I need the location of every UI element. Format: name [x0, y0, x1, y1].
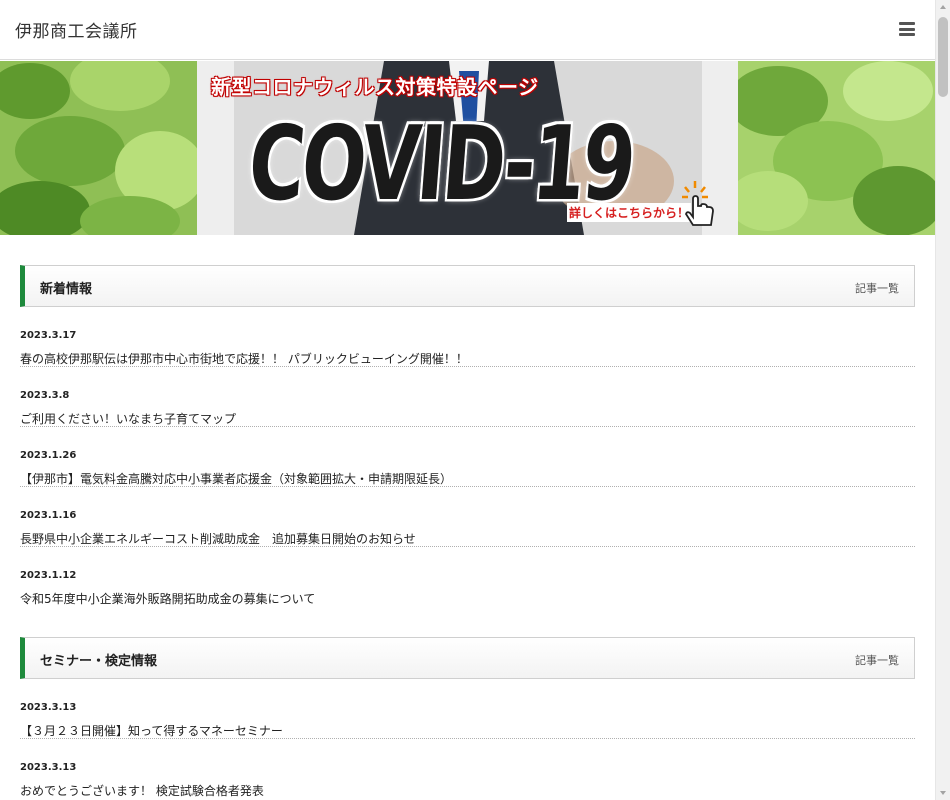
list-item: 2023.1.16 長野県中小企業エネルギーコスト削減助成金 追加募集日開始のお…	[20, 487, 915, 547]
news-link[interactable]: 令和5年度中小企業海外販路開拓助成金の募集について	[20, 590, 315, 607]
news-date: 2023.3.13	[20, 762, 77, 773]
list-item: 2023.3.8 ご利用ください！いなまち子育てマップ	[20, 367, 915, 427]
seminar-list: 2023.3.13 【３月２３日開催】知って得するマネーセミナー 2023.3.…	[20, 679, 915, 799]
hamburger-icon[interactable]	[899, 22, 915, 36]
section-seminars: セミナー・検定情報 記事一覧 2023.3.13 【３月２３日開催】知って得する…	[20, 637, 915, 799]
news-link[interactable]: 【３月２３日開催】知って得するマネーセミナー	[20, 722, 283, 739]
pointing-hand-icon	[682, 181, 714, 226]
section-header: 新着情報 記事一覧	[20, 265, 915, 307]
news-link[interactable]: 長野県中小企業エネルギーコスト削減助成金 追加募集日開始のお知らせ	[20, 530, 416, 547]
section-title: セミナー・検定情報	[40, 654, 158, 669]
list-item: 2023.3.13 おめでとうございます！ 検定試験合格者発表	[20, 739, 915, 799]
news-date: 2023.3.8	[20, 390, 70, 401]
main-content: 新着情報 記事一覧 2023.3.17 春の高校伊那駅伝は伊那市中心市街地で応援…	[20, 265, 915, 799]
section-header: セミナー・検定情報 記事一覧	[20, 637, 915, 679]
news-date: 2023.1.12	[20, 570, 77, 581]
banner-cta[interactable]: 詳しくはこちらから！	[567, 203, 692, 222]
news-date: 2023.3.17	[20, 330, 77, 341]
page: 伊那商工会議所 新型コロナウィルス対策特設ページ COVID-19 詳しくはこち…	[0, 0, 935, 800]
article-list-link[interactable]: 記事一覧	[855, 280, 899, 296]
banner-center: 新型コロナウィルス対策特設ページ COVID-19 詳しくはこちらから！	[197, 61, 738, 235]
news-link[interactable]: 【伊那市】電気料金高騰対応中小事業者応援金（対象範囲拡大・申請期限延長）	[20, 470, 452, 487]
scroll-up-arrow-icon[interactable]	[936, 0, 950, 15]
news-date: 2023.3.13	[20, 702, 77, 713]
list-item: 2023.1.12 令和5年度中小企業海外販路開拓助成金の募集について	[20, 547, 915, 607]
news-date: 2023.1.26	[20, 450, 77, 461]
vertical-scrollbar[interactable]	[935, 0, 950, 800]
news-link[interactable]: 春の高校伊那駅伝は伊那市中心市街地で応援！！ パブリックビューイング開催！！	[20, 350, 468, 367]
list-item: 2023.1.26 【伊那市】電気料金高騰対応中小事業者応援金（対象範囲拡大・申…	[20, 427, 915, 487]
news-link[interactable]: おめでとうございます！ 検定試験合格者発表	[20, 782, 264, 799]
section-news: 新着情報 記事一覧 2023.3.17 春の高校伊那駅伝は伊那市中心市街地で応援…	[20, 265, 915, 607]
news-date: 2023.1.16	[20, 510, 77, 521]
leaves-image-left	[0, 61, 197, 235]
article-list-link[interactable]: 記事一覧	[855, 652, 899, 668]
section-title: 新着情報	[40, 282, 93, 297]
leaves-image-right	[738, 61, 935, 235]
covid-banner[interactable]: 新型コロナウィルス対策特設ページ COVID-19 詳しくはこちらから！	[0, 61, 935, 235]
site-header: 伊那商工会議所	[0, 0, 935, 60]
scroll-thumb[interactable]	[938, 17, 948, 97]
scroll-down-arrow-icon[interactable]	[936, 785, 950, 800]
news-link[interactable]: ご利用ください！いなまち子育てマップ	[20, 410, 236, 427]
list-item: 2023.3.17 春の高校伊那駅伝は伊那市中心市街地で応援！！ パブリックビュ…	[20, 307, 915, 367]
news-list: 2023.3.17 春の高校伊那駅伝は伊那市中心市街地で応援！！ パブリックビュ…	[20, 307, 915, 607]
banner-headline: 新型コロナウィルス対策特設ページ	[211, 75, 539, 99]
list-item: 2023.3.13 【３月２３日開催】知って得するマネーセミナー	[20, 679, 915, 739]
site-title[interactable]: 伊那商工会議所	[15, 17, 138, 42]
